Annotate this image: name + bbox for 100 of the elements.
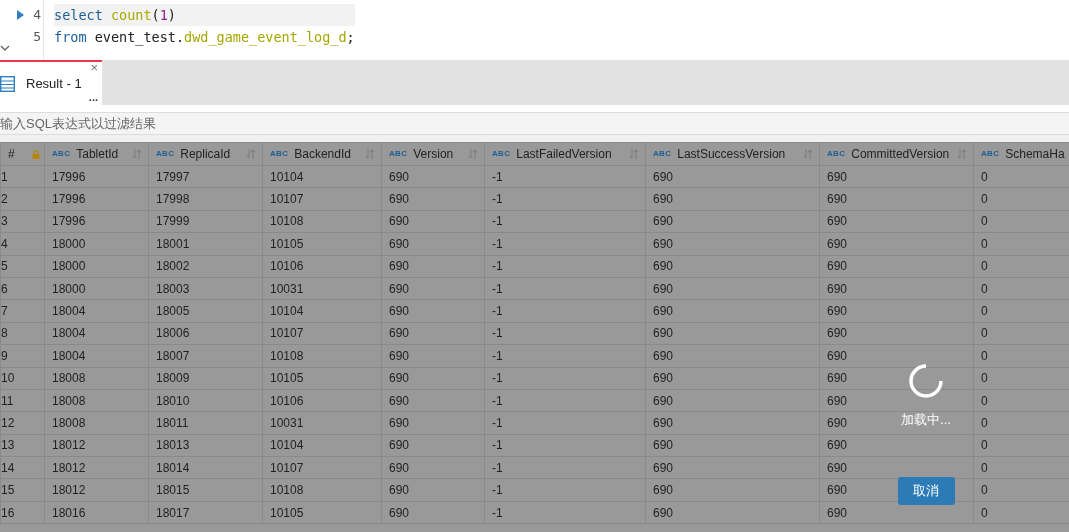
table-cell: 690 xyxy=(819,322,974,345)
table-cell: 10108 xyxy=(262,478,382,502)
table-cell: 690 xyxy=(381,187,485,211)
table-cell: 690 xyxy=(645,478,820,502)
column-header[interactable]: ABC LastFailedVersion xyxy=(484,142,646,166)
sort-icon[interactable] xyxy=(365,149,375,159)
column-header[interactable]: ABC TabletId xyxy=(44,142,149,166)
table-cell: 18002 xyxy=(148,255,263,278)
table-cell: 10104 xyxy=(262,299,382,323)
table-cell: 10031 xyxy=(262,277,382,300)
column-header[interactable]: ABC ReplicaId xyxy=(148,142,263,166)
column-header[interactable]: ABC SchemaHa xyxy=(973,142,1069,166)
fold-chevron-icon[interactable] xyxy=(0,44,10,52)
table-cell: 690 xyxy=(645,165,820,188)
line-number: 4 xyxy=(32,6,41,25)
table-cell: 17998 xyxy=(148,187,263,211)
table-cell: 690 xyxy=(819,367,974,390)
table-cell: 18008 xyxy=(44,411,149,435)
table-cell: 17999 xyxy=(148,210,263,233)
close-button[interactable]: × xyxy=(90,61,98,74)
line-number: 5 xyxy=(32,28,41,47)
table-cell: 18017 xyxy=(148,501,263,524)
table-cell: 690 xyxy=(381,277,485,300)
table-cell: 18012 xyxy=(44,434,149,457)
table-cell: 10105 xyxy=(262,367,382,390)
sort-icon[interactable] xyxy=(957,149,967,159)
header-label: SchemaHa xyxy=(1005,146,1065,163)
table-cell: 17997 xyxy=(148,165,263,188)
table-cell: 18012 xyxy=(44,478,149,502)
table-cell: 690 xyxy=(645,344,820,367)
table-cell: 18000 xyxy=(44,255,149,278)
filter-field[interactable]: 输入SQL表达式以过滤结果 xyxy=(0,112,1069,135)
table-cell: 690 xyxy=(381,389,485,412)
table-cell: 18008 xyxy=(44,389,149,412)
table-cell: 690 xyxy=(645,411,820,435)
table-cell: 18011 xyxy=(148,411,263,435)
header-label: CommittedVersion xyxy=(851,146,950,163)
header-label: LastFailedVersion xyxy=(516,146,612,163)
table-cell: 690 xyxy=(381,210,485,233)
table-cell: 690 xyxy=(645,187,820,211)
table-cell: 690 xyxy=(645,210,820,233)
table-cell: -1 xyxy=(484,478,646,502)
result-tab[interactable]: Result - 1 × ... xyxy=(0,60,102,105)
column-header[interactable]: ABC BackendId xyxy=(262,142,382,166)
table-cell: 17996 xyxy=(44,187,149,211)
sort-icon[interactable] xyxy=(468,149,478,159)
type-label: ABC xyxy=(52,148,71,160)
code-line: from event_test.dwd_game_event_log_d; xyxy=(54,27,355,48)
table-cell: 10108 xyxy=(262,344,382,367)
table-cell: 690 xyxy=(819,434,974,457)
table-cell: 690 xyxy=(381,165,485,188)
row-number: 1 xyxy=(0,165,45,188)
table-cell: 690 xyxy=(819,389,974,412)
table-cell: 18003 xyxy=(148,277,263,300)
table-cell: 690 xyxy=(819,255,974,278)
row-number: 10 xyxy=(0,367,45,390)
header-label: # xyxy=(8,146,15,163)
lock-icon xyxy=(32,149,40,159)
table-cell: 690 xyxy=(381,434,485,457)
table-cell: 690 xyxy=(381,456,485,479)
column-header[interactable]: # xyxy=(0,142,45,166)
column-header[interactable]: ABC LastSuccessVersion xyxy=(645,142,820,166)
table-cell: 10106 xyxy=(262,389,382,412)
type-label: ABC xyxy=(389,148,408,160)
table-cell: 690 xyxy=(819,344,974,367)
row-number: 12 xyxy=(0,411,45,435)
table-cell: 690 xyxy=(381,255,485,278)
table-cell: 18016 xyxy=(44,501,149,524)
table-cell: 18004 xyxy=(44,344,149,367)
table-cell: 18007 xyxy=(148,344,263,367)
sort-icon[interactable] xyxy=(132,149,142,159)
sort-icon[interactable] xyxy=(629,149,639,159)
column-header[interactable]: ABC Version xyxy=(381,142,485,166)
table-cell: 690 xyxy=(645,299,820,323)
table-cell: -1 xyxy=(484,277,646,300)
loading-spinner-icon xyxy=(909,364,943,398)
header-label: ReplicaId xyxy=(180,146,231,163)
column-header[interactable]: ABC CommittedVersion xyxy=(819,142,974,166)
table-cell: -1 xyxy=(484,232,646,256)
table-cell: -1 xyxy=(484,344,646,367)
table-cell: 690 xyxy=(819,165,974,188)
header-label: LastSuccessVersion xyxy=(677,146,786,163)
table-cell: 18014 xyxy=(148,456,263,479)
cancel-button[interactable]: 取消 xyxy=(897,476,955,505)
table-cell: 690 xyxy=(381,367,485,390)
more-menu[interactable]: ... xyxy=(88,92,98,103)
row-number: 4 xyxy=(0,232,45,256)
table-cell: -1 xyxy=(484,411,646,435)
table-cell: 18006 xyxy=(148,322,263,345)
grid-icon xyxy=(0,75,15,92)
row-number: 7 xyxy=(0,299,45,323)
sort-icon[interactable] xyxy=(246,149,256,159)
sort-icon[interactable] xyxy=(803,149,813,159)
table-cell: -1 xyxy=(484,255,646,278)
table-cell: 690 xyxy=(381,232,485,256)
table-cell: 10105 xyxy=(262,501,382,524)
row-number: 6 xyxy=(0,277,45,300)
table-cell: 10105 xyxy=(262,232,382,256)
type-label: ABC xyxy=(827,148,846,160)
table-cell: -1 xyxy=(484,322,646,345)
